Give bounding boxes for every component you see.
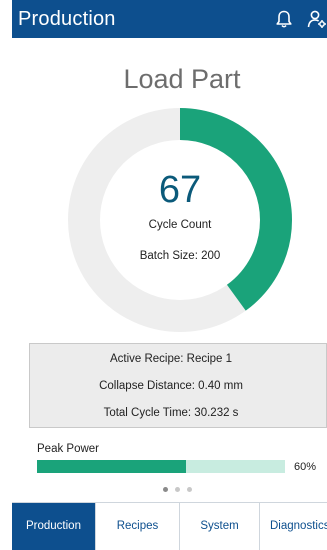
recipe-info-panel: Active Recipe: Recipe 1 Collapse Distanc… [29, 343, 327, 428]
tab-production[interactable]: Production [12, 503, 96, 550]
tab-diagnostics[interactable]: Diagnostics [260, 503, 327, 550]
peak-power-bar [37, 460, 285, 473]
page-title: Production [18, 8, 116, 30]
cycle-count-value: 67 [158, 169, 202, 211]
page-dot[interactable] [187, 487, 192, 492]
operation-title: Load Part [123, 64, 241, 94]
peak-power-percent: 60% [294, 461, 317, 473]
page-dot[interactable] [163, 487, 168, 492]
cycle-count-label: Cycle Count [148, 219, 212, 231]
total-cycle-time-text: Total Cycle Time: 30.232 s [103, 407, 239, 419]
ring-center: 67 Cycle Count Batch Size: 200 [68, 108, 292, 332]
peak-power-label: Peak Power [37, 443, 100, 455]
user-settings-icon[interactable] [307, 9, 327, 29]
cycle-progress-ring: 67 Cycle Count Batch Size: 200 [68, 108, 292, 332]
active-recipe-text: Active Recipe: Recipe 1 [109, 353, 233, 365]
collapse-distance-text: Collapse Distance: 0.40 mm [99, 380, 243, 392]
tab-system[interactable]: System [180, 503, 260, 550]
page-dot[interactable] [175, 487, 180, 492]
tab-recipes[interactable]: Recipes [96, 503, 180, 550]
app-header: Production [12, 0, 327, 38]
bottom-navigation: Production Recipes System Diagnostics [12, 502, 327, 550]
bell-icon[interactable] [274, 9, 294, 29]
batch-size-label: Batch Size: 200 [139, 250, 221, 262]
peak-power-bar-fill [37, 460, 186, 473]
production-screen: Production Load Part 67 Cycle Count Batc… [0, 0, 327, 550]
